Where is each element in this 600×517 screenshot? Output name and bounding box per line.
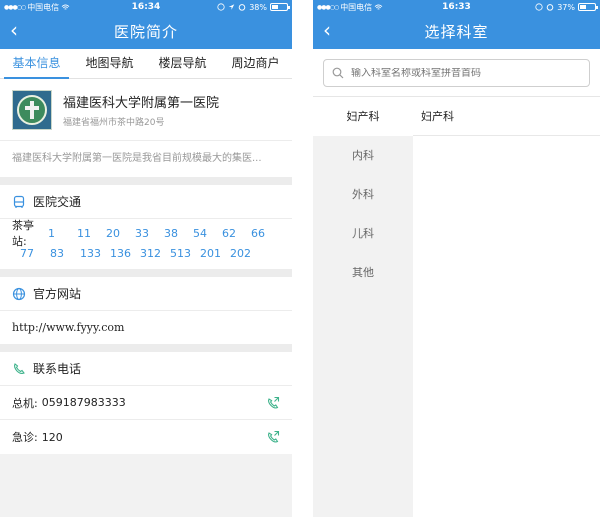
phone-row-emergency[interactable]: 急诊: 120 — [0, 420, 292, 454]
tab-nearby-shops[interactable]: 周边商户 — [219, 49, 292, 78]
call-icon[interactable] — [266, 396, 280, 410]
tab-basic-info[interactable]: 基本信息 — [0, 49, 73, 79]
transport-heading: 医院交通 — [0, 185, 292, 219]
search-icon — [332, 67, 344, 79]
tab-map-navigation[interactable]: 地图导航 — [73, 49, 146, 78]
hospital-card: 福建医科大学附属第一医院 福建省福州市茶中路20号 福建医科大学附属第一医院是我… — [0, 79, 292, 177]
bus-line-number[interactable]: 54 — [193, 227, 222, 240]
tab-bar: 基本信息 地图导航 楼层导航 周边商户 — [0, 49, 292, 79]
phone-number: 059187983333 — [41, 396, 126, 409]
website-url[interactable]: http://www.fyyy.com — [0, 311, 292, 344]
nav-bar: ‹ 选择科室 — [313, 14, 600, 49]
department-picker: 妇产科 内科 外科 儿科 其他 妇产科 — [313, 97, 600, 517]
back-icon[interactable]: ‹ — [323, 20, 331, 40]
transport-section: 医院交通 茶亭站: 1 11 20 33 38 54 62 66 77 83 133 136 312 5… — [0, 185, 292, 269]
bus-line-number[interactable]: 312 — [140, 247, 170, 260]
battery-icon — [270, 3, 290, 11]
hospital-name: 福建医科大学附属第一医院 — [63, 95, 220, 111]
contact-section: 联系电话 总机: 059187983333 急诊: 120 — [0, 352, 292, 454]
battery-icon — [578, 3, 598, 11]
transport-title: 医院交通 — [33, 195, 82, 209]
hospital-intro-screen: ●●●○○ 中国电信 16:34 38% ‹ 医院简介 基本信息 地图导航 楼层… — [0, 0, 292, 517]
status-time: 16:34 — [131, 2, 161, 12]
bus-line-number[interactable]: 1 — [48, 227, 77, 240]
website-heading: 官方网站 — [0, 277, 292, 311]
bus-line-number[interactable]: 38 — [164, 227, 193, 240]
department-surgery[interactable]: 外科 — [313, 175, 413, 214]
phone-label: 总机: — [12, 396, 38, 410]
sub-department-list: 妇产科 — [413, 97, 600, 517]
status-bar: ●●●○○ 中国电信 16:33 37% — [313, 0, 600, 14]
phone-label: 急诊: — [12, 431, 38, 444]
hospital-description[interactable]: 福建医科大学附属第一医院是我省目前规模最大的集医... — [0, 141, 292, 177]
status-bar: ●●●○○ 中国电信 16:34 38% — [0, 0, 292, 14]
phone-icon — [14, 362, 25, 374]
phone-row-switchboard[interactable]: 总机: 059187983333 — [0, 386, 292, 420]
top-bar: ●●●○○ 中国电信 16:33 37% ‹ 选择科室 — [313, 0, 600, 49]
top-bar: ●●●○○ 中国电信 16:34 38% ‹ 医院简介 — [0, 0, 292, 49]
nav-bar: ‹ 医院简介 — [0, 14, 292, 49]
hospital-header: 福建医科大学附属第一医院 福建省福州市茶中路20号 — [0, 79, 292, 141]
website-section: 官方网站 http://www.fyyy.com — [0, 277, 292, 344]
status-time: 16:33 — [442, 2, 471, 12]
sub-department-item[interactable]: 妇产科 — [413, 97, 600, 136]
bus-line-number[interactable]: 136 — [110, 247, 140, 260]
page-title: 选择科室 — [424, 23, 489, 41]
bus-line-number[interactable]: 77 — [20, 247, 50, 260]
tab-floor-navigation[interactable]: 楼层导航 — [146, 49, 219, 78]
contact-heading: 联系电话 — [0, 352, 292, 386]
call-icon[interactable] — [266, 430, 280, 444]
page-title: 医院简介 — [113, 23, 178, 41]
hospital-logo — [12, 89, 52, 130]
bus-line-number[interactable]: 202 — [230, 247, 260, 260]
phone-number: 120 — [41, 430, 63, 444]
contact-title: 联系电话 — [33, 362, 82, 376]
department-internal-medicine[interactable]: 内科 — [313, 136, 413, 175]
bus-line-number[interactable]: 33 — [135, 227, 164, 240]
bus-line-number[interactable]: 133 — [80, 247, 110, 260]
bus-icon — [13, 195, 25, 208]
search-area — [313, 49, 600, 97]
department-list: 妇产科 内科 外科 儿科 其他 — [313, 97, 413, 517]
department-pediatrics[interactable]: 儿科 — [313, 214, 413, 253]
bus-line-number[interactable]: 62 — [222, 227, 251, 240]
bus-line-number[interactable]: 83 — [50, 247, 80, 260]
bus-line-number[interactable]: 513 — [170, 247, 200, 260]
department-obgyn[interactable]: 妇产科 — [313, 97, 413, 136]
bus-line-number[interactable]: 20 — [106, 227, 135, 240]
hospital-address: 福建省福州市茶中路20号 — [63, 117, 165, 128]
back-icon[interactable]: ‹ — [10, 20, 18, 40]
bus-line-number[interactable]: 66 — [251, 227, 280, 240]
select-department-screen: ●●●○○ 中国电信 16:33 37% ‹ 选择科室 妇产科 内科 — [313, 0, 600, 517]
search-input[interactable] — [351, 67, 551, 79]
globe-icon — [12, 287, 26, 300]
bus-line-number[interactable]: 201 — [200, 247, 230, 260]
bus-line-number[interactable]: 11 — [77, 227, 106, 240]
bus-lines: 茶亭站: 1 11 20 33 38 54 62 66 77 83 133 136 312 513 201… — [0, 219, 292, 269]
department-other[interactable]: 其他 — [313, 253, 413, 292]
website-title: 官方网站 — [33, 287, 82, 301]
bus-stop-label: 茶亭站: — [12, 219, 34, 248]
search-box[interactable] — [323, 59, 590, 87]
